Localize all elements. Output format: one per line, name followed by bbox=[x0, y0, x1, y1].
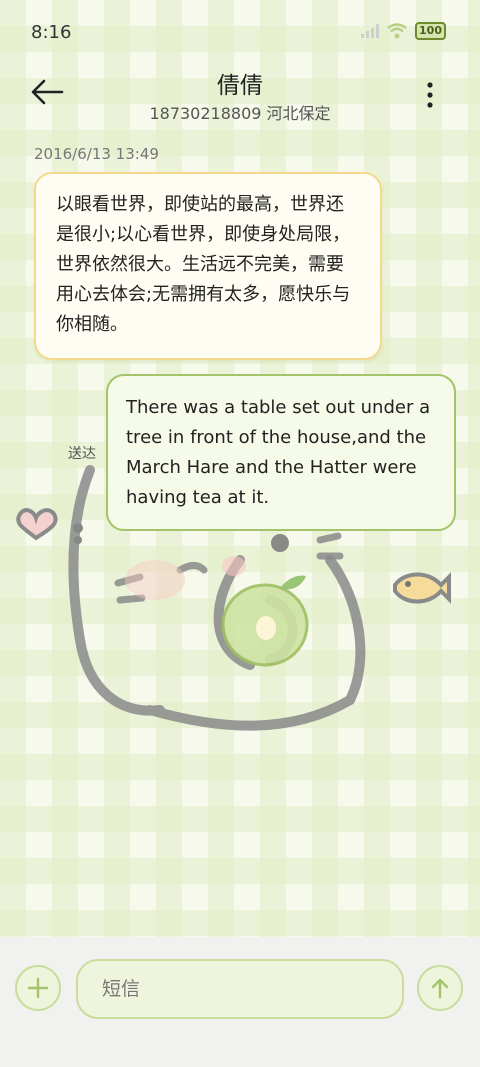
wifi-icon bbox=[387, 23, 407, 39]
message-input[interactable] bbox=[76, 959, 404, 1019]
send-arrow-icon bbox=[431, 978, 449, 999]
more-options-button[interactable] bbox=[420, 80, 440, 110]
plus-icon bbox=[27, 977, 49, 999]
contact-name: 倩倩 bbox=[217, 73, 263, 99]
message-timestamp: 2016/6/13 13:49 bbox=[34, 145, 159, 163]
send-button[interactable] bbox=[417, 965, 463, 1011]
status-time: 8:16 bbox=[31, 22, 72, 43]
incoming-message-text: 以眼看世界，即使站的最高，世界还是很小;以心看世界，即使身处局限，世界依然很大。… bbox=[56, 194, 351, 335]
contact-detail: 18730218809 河北保定 bbox=[149, 104, 331, 123]
outgoing-message-text: There was a table set out under a tree i… bbox=[126, 397, 431, 508]
incoming-message-bubble[interactable]: 以眼看世界，即使站的最高，世界还是很小;以心看世界，即使身处局限，世界依然很大。… bbox=[34, 172, 382, 360]
add-attachment-button[interactable] bbox=[15, 965, 61, 1011]
conversation-header: 倩倩 18730218809 河北保定 bbox=[0, 60, 480, 130]
status-icons: 100 bbox=[361, 22, 446, 40]
outgoing-message-bubble[interactable]: There was a table set out under a tree i… bbox=[106, 374, 456, 531]
more-vert-icon bbox=[427, 82, 433, 108]
status-bar: 8:16 100 bbox=[0, 0, 480, 66]
signal-icon bbox=[361, 24, 380, 38]
delivery-status: 送达 bbox=[68, 446, 96, 462]
battery-icon: 100 bbox=[415, 22, 446, 40]
